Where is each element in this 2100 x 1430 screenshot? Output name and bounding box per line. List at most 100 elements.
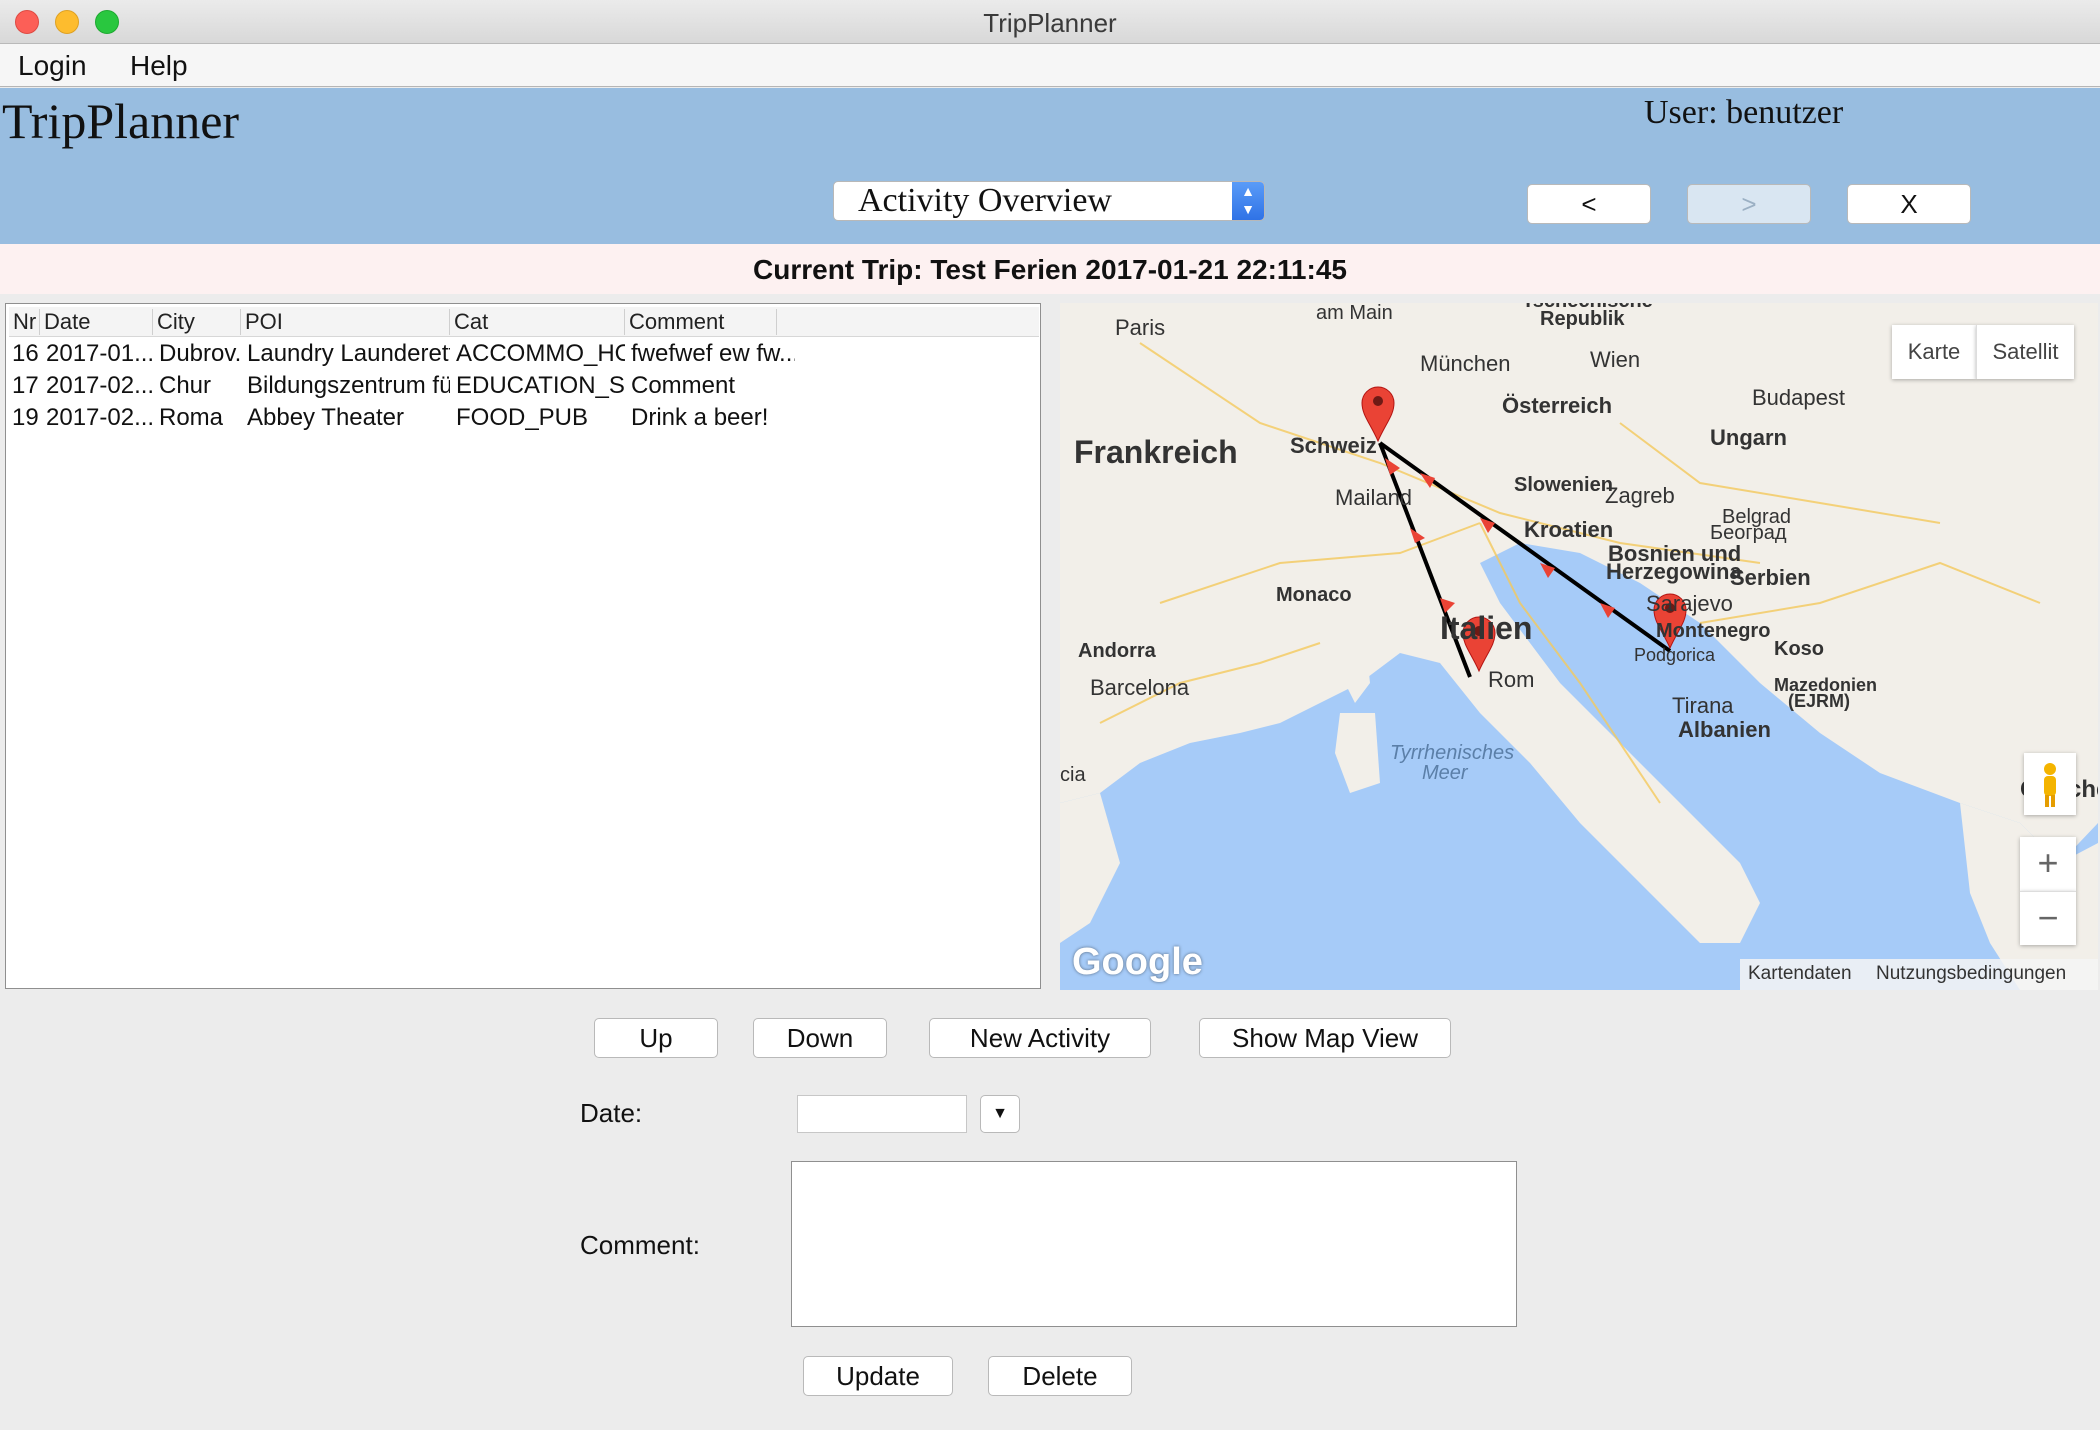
delete-button[interactable]: Delete — [988, 1356, 1132, 1396]
table-row[interactable]: 17 2017-02... Chur Bildungszentrum für .… — [9, 370, 1039, 402]
date-field[interactable] — [797, 1095, 967, 1133]
map-label: Meer — [1422, 762, 1469, 784]
street-view-pegman-icon[interactable] — [2024, 753, 2076, 815]
view-select-value: Activity Overview — [858, 182, 1112, 219]
menu-login[interactable]: Login — [18, 50, 87, 82]
app-title: TripPlanner — [2, 93, 240, 149]
map-label: Albanien — [1678, 717, 1771, 742]
date-picker-dropdown[interactable]: ▼ — [980, 1095, 1020, 1133]
window-titlebar: TripPlanner — [0, 0, 2100, 44]
map-label: Sarajevo — [1646, 591, 1733, 616]
map-label: Barcelona — [1090, 675, 1190, 700]
map-label: Monaco — [1276, 584, 1352, 606]
marker-dot — [1373, 396, 1383, 406]
map-label: am Main — [1316, 303, 1393, 324]
cell-comment: Drink a beer! — [631, 404, 769, 431]
cell-poi: Abbey Theater — [247, 404, 404, 431]
map-data-link[interactable]: Kartendaten — [1748, 959, 1852, 989]
dropdown-arrow-icon: ▼ — [992, 1105, 1008, 1122]
comment-field[interactable] — [791, 1161, 1517, 1327]
current-trip-label: Current Trip: Test Ferien 2017-01-21 22:… — [753, 254, 1347, 285]
map-label: cia — [1060, 764, 1086, 786]
pegman-icon — [2044, 763, 2056, 807]
map-label: Andorra — [1078, 640, 1157, 662]
column-header-comment[interactable]: Comment — [625, 309, 777, 335]
map-label: Tyrrhenisches — [1390, 742, 1514, 764]
map-label: Schweiz — [1290, 433, 1377, 458]
map-label: Kroatien — [1524, 517, 1613, 542]
map-label: Wien — [1590, 347, 1640, 372]
map-label: Mailand — [1335, 485, 1412, 510]
cell-nr: 16 — [12, 340, 39, 367]
current-trip-bar: Current Trip: Test Ferien 2017-01-21 22:… — [0, 244, 2100, 294]
cell-city: Dubrov... — [159, 340, 241, 367]
new-activity-button[interactable]: New Activity — [929, 1018, 1151, 1058]
terms-of-use-link[interactable]: Nutzungsbedingungen — [1876, 959, 2066, 989]
table-row[interactable]: 16 2017-01... Dubrov... Laundry Laundere… — [9, 338, 1039, 370]
updown-chevron-icon: ▲ ▼ — [1232, 182, 1264, 220]
map-label: Koso — [1774, 638, 1824, 660]
column-header-date[interactable]: Date — [40, 309, 153, 335]
table-header: Nr Date City POI Cat Comment — [9, 307, 1039, 337]
map-label: Serbien — [1730, 565, 1811, 590]
show-map-view-button[interactable]: Show Map View — [1199, 1018, 1451, 1058]
view-select[interactable]: Activity Overview ▲ ▼ — [833, 181, 1265, 221]
map-label: Frankreich — [1074, 434, 1238, 470]
cell-date: 2017-02... — [46, 372, 153, 399]
map-label: Republik — [1540, 308, 1625, 330]
cell-nr: 17 — [12, 372, 39, 399]
cell-comment: Comment — [631, 372, 736, 399]
update-button[interactable]: Update — [803, 1356, 953, 1396]
map-label: Ungarn — [1710, 425, 1787, 450]
comment-label: Comment: — [580, 1230, 700, 1260]
cell-cat: ACCOMMO_HOTEL — [456, 340, 625, 367]
map-label: Italien — [1440, 610, 1532, 646]
column-header-nr[interactable]: Nr — [9, 309, 40, 335]
map-label: Budapest — [1752, 385, 1845, 410]
date-label: Date: — [580, 1098, 643, 1128]
map-label: Tirana — [1672, 693, 1734, 718]
app-header: TripPlanner User: benutzer Activity Over… — [0, 88, 2100, 244]
previous-button[interactable]: < — [1527, 184, 1651, 224]
route-map[interactable]: am Main Tschechische Republik Paris Münc… — [1060, 303, 2098, 990]
close-view-button[interactable]: X — [1847, 184, 1971, 224]
cell-city: Roma — [159, 404, 224, 431]
map-footer: Kartendaten Nutzungsbedingungen — [1740, 959, 2098, 990]
map-label: Herzegowina — [1606, 559, 1742, 584]
cell-cat: FOOD_PUB — [456, 404, 589, 431]
cell-cat: EDUCATION_SCH... — [456, 372, 625, 399]
window-title: TripPlanner — [983, 8, 1117, 38]
map-label: Rom — [1488, 667, 1534, 692]
map-canvas[interactable]: am Main Tschechische Republik Paris Münc… — [1060, 303, 2098, 990]
menu-bar: Login Help — [0, 44, 2100, 87]
map-label: Podgorica — [1634, 645, 1716, 665]
next-button[interactable]: > — [1687, 184, 1811, 224]
map-label: Montenegro — [1656, 620, 1770, 642]
cell-poi: Bildungszentrum für ... — [247, 372, 450, 399]
cell-nr: 19 — [12, 404, 39, 431]
cell-date: 2017-02... — [46, 404, 153, 431]
activity-table[interactable]: Nr Date City POI Cat Comment 16 2017-01.… — [5, 303, 1041, 989]
cell-comment: fwefwef ew fw... — [631, 340, 795, 367]
map-label: Paris — [1115, 315, 1165, 340]
user-label: User: benutzer — [1644, 94, 1844, 131]
google-logo: Google — [1072, 941, 1203, 983]
map-label: Slowenien — [1514, 474, 1613, 496]
column-header-cat[interactable]: Cat — [450, 309, 625, 335]
table-row[interactable]: 19 2017-02... Roma Abbey Theater FOOD_PU… — [9, 402, 1039, 434]
menu-help[interactable]: Help — [130, 50, 188, 82]
zoom-out-button[interactable]: − — [2020, 891, 2076, 945]
map-label: (EJRM) — [1788, 691, 1850, 711]
move-up-button[interactable]: Up — [594, 1018, 718, 1058]
map-label: Zagreb — [1605, 483, 1675, 508]
move-down-button[interactable]: Down — [753, 1018, 887, 1058]
cell-city: Chur — [159, 372, 212, 399]
cell-poi: Laundry Launderette — [247, 340, 450, 367]
map-label: München — [1420, 351, 1511, 376]
column-header-poi[interactable]: POI — [241, 309, 450, 335]
map-type-karte-button[interactable]: Karte — [1892, 325, 1976, 379]
cell-date: 2017-01... — [46, 340, 153, 367]
map-type-satellit-button[interactable]: Satellit — [1976, 325, 2074, 379]
column-header-city[interactable]: City — [153, 309, 241, 335]
zoom-in-button[interactable]: + — [2020, 837, 2076, 891]
